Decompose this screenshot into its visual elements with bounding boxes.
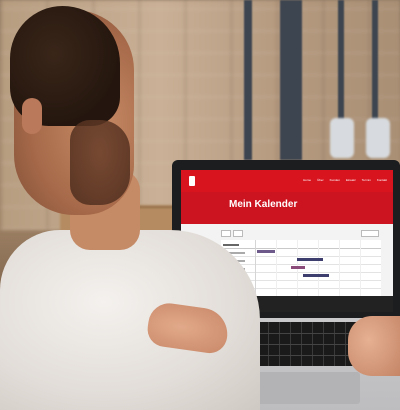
water-tank [330, 118, 354, 158]
calendar-event[interactable] [257, 250, 275, 253]
calendar-event[interactable] [297, 258, 323, 261]
nav-item[interactable]: Über [317, 178, 324, 182]
nav-item[interactable]: Kunden [330, 178, 340, 182]
grid-line [221, 256, 381, 257]
photo: Home Über Kunden Einsatz Termin Kontakt … [0, 0, 400, 410]
pipe [372, 0, 378, 130]
nav-item[interactable]: Termin [362, 178, 371, 182]
person-hand-right [348, 316, 400, 376]
pipe [244, 0, 252, 160]
pipe [338, 0, 344, 130]
screen-title: Mein Kalender [229, 199, 298, 210]
nav-item[interactable]: Kontakt [377, 178, 387, 182]
nav-item[interactable]: Home [303, 178, 311, 182]
person-beard [70, 120, 130, 205]
toolbar-button[interactable] [233, 230, 243, 237]
toolbar-button[interactable] [361, 230, 379, 237]
resource-label [223, 244, 239, 246]
trackpad [250, 372, 360, 404]
calendar-event[interactable] [303, 274, 329, 277]
grid-line [221, 248, 381, 249]
screen-header: Home Über Kunden Einsatz Termin Kontakt [181, 170, 393, 192]
grid-line [221, 264, 381, 265]
pipe [280, 0, 302, 160]
water-tank [366, 118, 390, 158]
brand-logo-icon [189, 176, 195, 186]
toolbar-button[interactable] [221, 230, 231, 237]
calendar-event[interactable] [291, 266, 305, 269]
calendar-toolbar [221, 230, 381, 238]
person-ear [22, 98, 42, 134]
nav-item[interactable]: Einsatz [346, 178, 356, 182]
screen-nav: Home Über Kunden Einsatz Termin Kontakt [303, 178, 387, 182]
